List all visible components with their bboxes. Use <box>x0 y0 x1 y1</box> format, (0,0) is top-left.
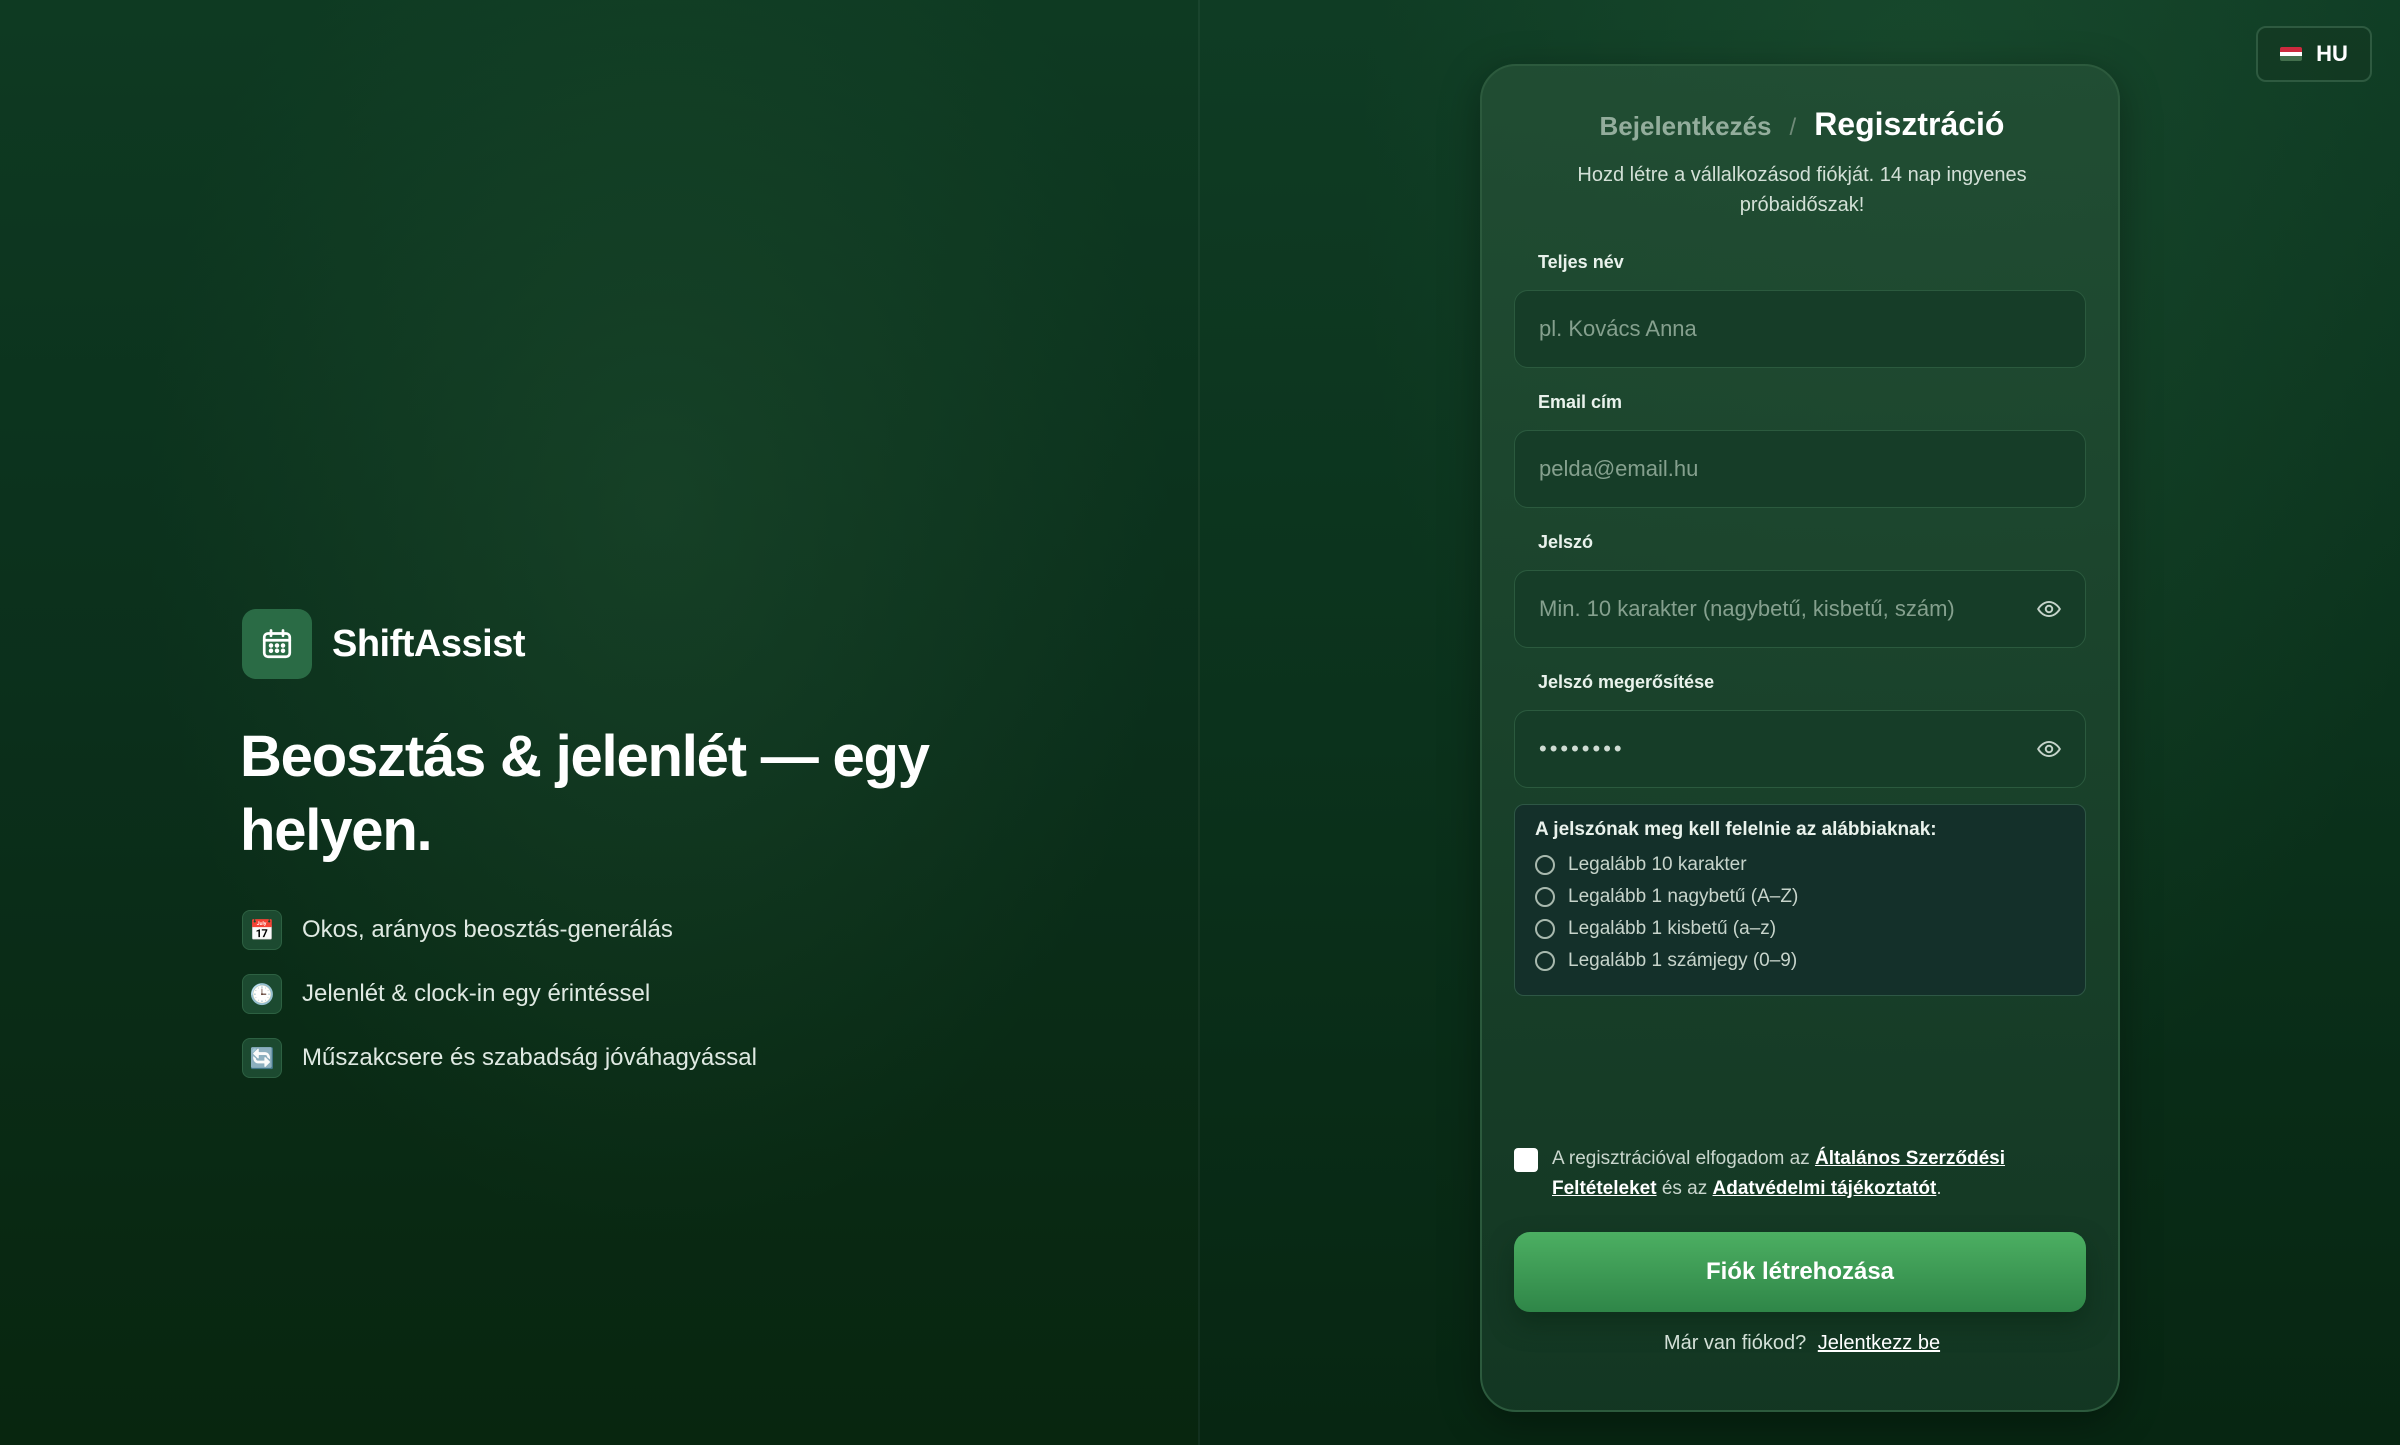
requirement-text: Legalább 1 kisbetű (a–z) <box>1568 918 1777 939</box>
terms-middle: és az <box>1661 1178 1708 1199</box>
feature-text: Műszakcsere és szabadság jóváhagyással <box>302 1044 757 1071</box>
create-account-button[interactable]: Fiók létrehozása <box>1514 1232 2086 1312</box>
tab-login[interactable]: Bejelentkezés <box>1600 111 1772 142</box>
calendar-icon: 📅 <box>242 910 282 950</box>
show-password-eye-icon[interactable] <box>2035 595 2063 623</box>
requirement-item: Legalább 1 számjegy (0–9) <box>1535 945 2065 977</box>
feature-item: 🕒 Jelenlét & clock-in egy érintéssel <box>242 974 757 1014</box>
feature-item: 📅 Okos, arányos beosztás-generálás <box>242 910 757 950</box>
terms-row: A regisztrációval elfogadom az Általános… <box>1514 1144 2086 1204</box>
feature-list: 📅 Okos, arányos beosztás-generálás 🕒 Jel… <box>242 910 757 1102</box>
brand: ShiftAssist <box>242 609 525 679</box>
language-switcher-button[interactable]: HU <box>2256 26 2372 82</box>
full-name-input[interactable] <box>1515 291 2085 367</box>
email-field-container <box>1514 430 2086 508</box>
tab-register[interactable]: Regisztráció <box>1814 106 2004 143</box>
requirement-text: Legalább 10 karakter <box>1568 854 1747 875</box>
unchecked-circle-icon <box>1535 951 1555 971</box>
clock-icon: 🕒 <box>242 974 282 1014</box>
password-field-container <box>1514 570 2086 648</box>
hungary-flag-icon <box>2280 47 2303 61</box>
feature-text: Jelenlét & clock-in egy érintéssel <box>302 980 651 1007</box>
requirements-title: A jelszónak meg kell felelnie az alábbia… <box>1535 819 1937 840</box>
show-confirm-password-eye-icon[interactable] <box>2035 735 2063 763</box>
email-label: Email cím <box>1538 392 1623 412</box>
unchecked-circle-icon <box>1535 919 1555 939</box>
feature-item: 🔄 Műszakcsere és szabadság jóváhagyással <box>242 1038 757 1078</box>
register-card: Bejelentkezés / Regisztráció Hozd létre … <box>1480 64 2120 1412</box>
full-name-label: Teljes név <box>1538 252 1624 272</box>
confirm-password-field-container <box>1514 710 2086 788</box>
language-label: HU <box>2316 41 2348 66</box>
terms-text: A regisztrációval elfogadom az Általános… <box>1552 1144 2086 1204</box>
signin-row: Már van fiókod? Jelentkezz be <box>1482 1332 2122 1355</box>
unchecked-circle-icon <box>1535 855 1555 875</box>
signin-prompt: Már van fiókod? <box>1663 1332 1807 1354</box>
unchecked-circle-icon <box>1535 887 1555 907</box>
email-input[interactable] <box>1515 431 2085 507</box>
signin-link[interactable]: Jelentkezz be <box>1818 1332 1940 1354</box>
requirement-text: Legalább 1 nagybetű (A–Z) <box>1568 886 1799 907</box>
tab-separator: / <box>1789 114 1797 141</box>
privacy-link[interactable]: Adatvédelmi tájékoztatót <box>1713 1178 1937 1199</box>
feature-text: Okos, arányos beosztás-generálás <box>302 916 673 943</box>
password-requirements: A jelszónak meg kell felelnie az alábbia… <box>1514 804 2086 996</box>
left-pane: ShiftAssist Beosztás & jelenlét — egy he… <box>0 0 1198 1445</box>
brand-name: ShiftAssist <box>332 622 525 665</box>
terms-suffix: . <box>1936 1178 1942 1199</box>
full-name-field-container <box>1514 290 2086 368</box>
card-subtitle: Hozd létre a vállalkozásod fiókját. 14 n… <box>1577 164 2027 216</box>
requirement-item: Legalább 1 kisbetű (a–z) <box>1535 913 2065 945</box>
terms-checkbox[interactable] <box>1514 1148 1538 1172</box>
password-input[interactable] <box>1515 571 2035 647</box>
password-label: Jelszó <box>1538 532 1594 552</box>
swap-icon: 🔄 <box>242 1038 282 1078</box>
auth-tabs: Bejelentkezés / Regisztráció <box>1482 106 2122 143</box>
requirement-text: Legalább 1 számjegy (0–9) <box>1568 950 1798 971</box>
terms-prefix: A regisztrációval elfogadom az <box>1552 1148 1810 1169</box>
requirement-item: Legalább 10 karakter <box>1535 849 2065 881</box>
calendar-icon <box>242 609 312 679</box>
headline: Beosztás & jelenlét — egy helyen. <box>240 724 930 863</box>
requirement-item: Legalább 1 nagybetű (A–Z) <box>1535 881 2065 913</box>
confirm-password-input[interactable] <box>1515 711 2035 787</box>
confirm-password-label: Jelszó megerősítése <box>1538 672 1715 692</box>
